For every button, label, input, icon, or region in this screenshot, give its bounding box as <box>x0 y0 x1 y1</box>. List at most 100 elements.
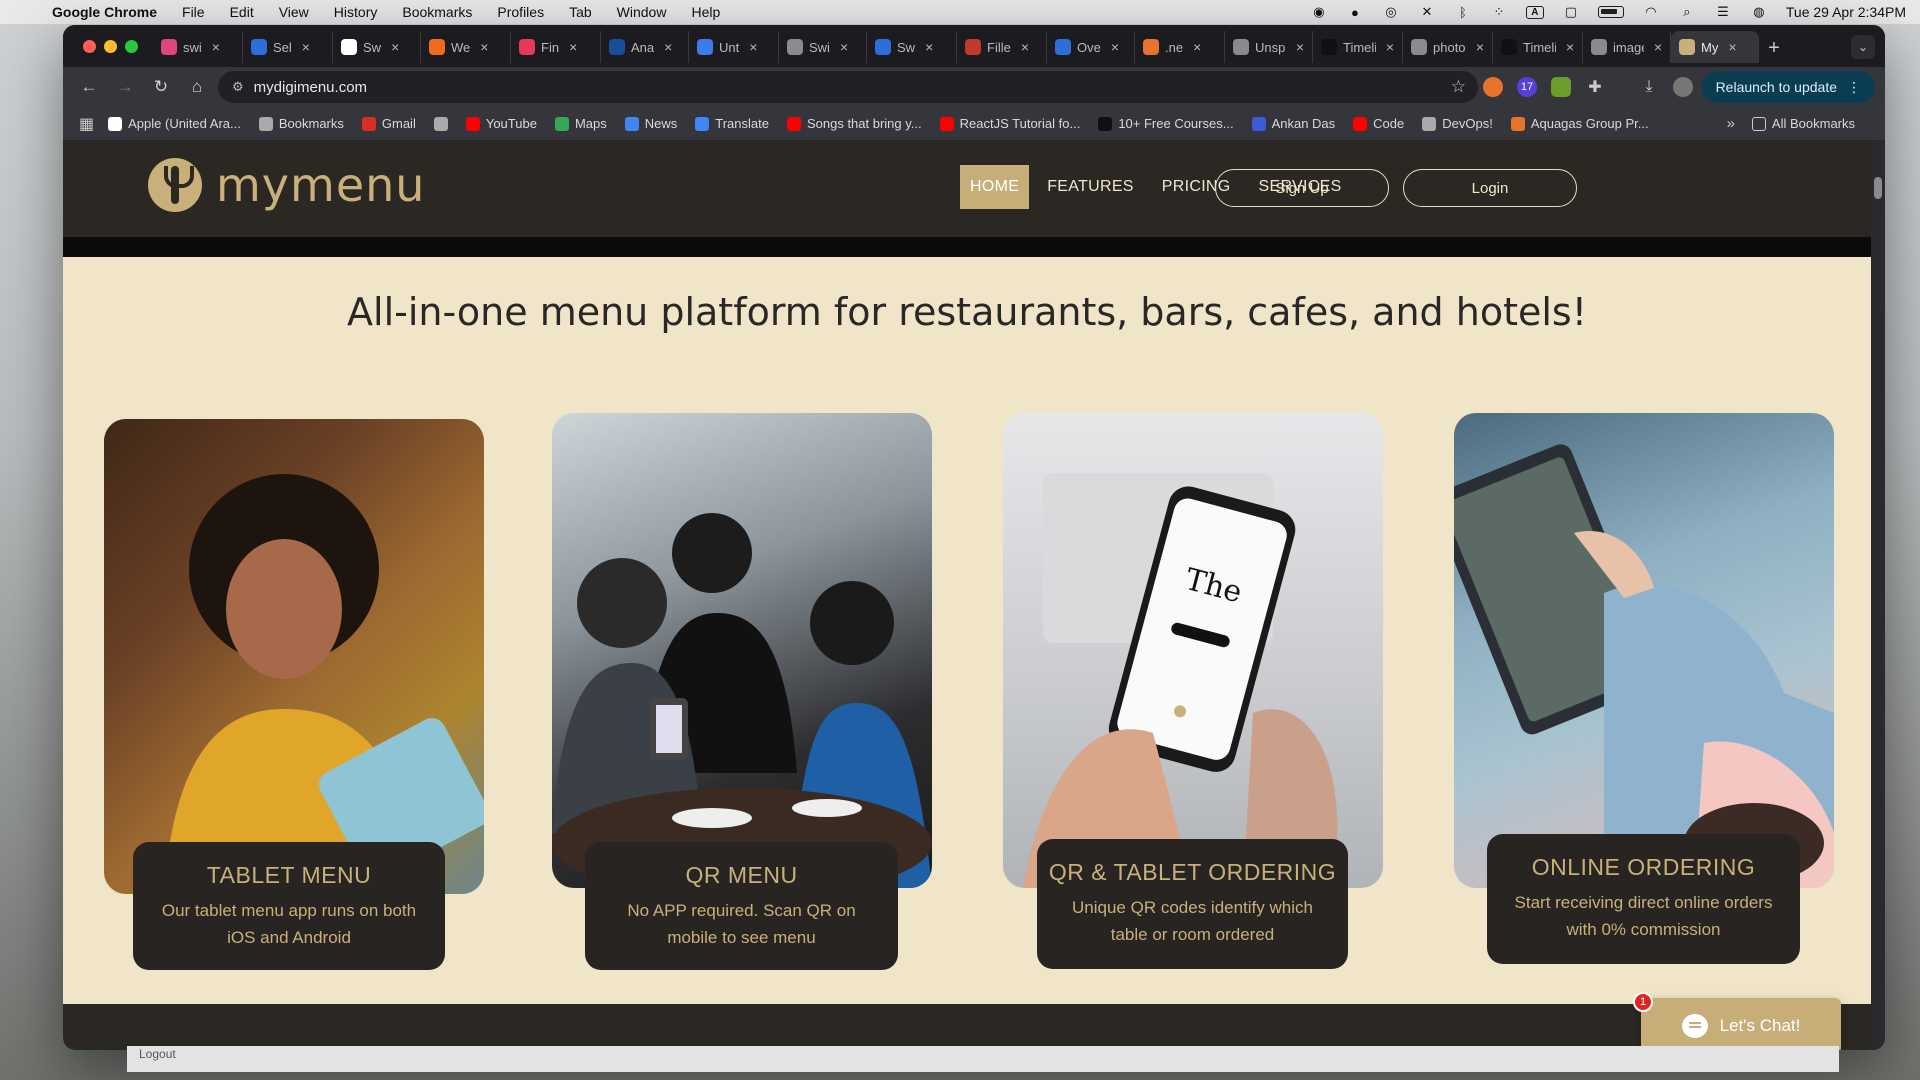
signup-button[interactable]: Sign Up <box>1215 169 1389 207</box>
menu-profiles[interactable]: Profiles <box>497 4 544 20</box>
bookmark-item[interactable]: Translate <box>695 116 769 131</box>
bookmark-item[interactable] <box>433 116 448 131</box>
wifi-icon[interactable]: ◠ <box>1642 4 1660 19</box>
menu-bookmarks[interactable]: Bookmarks <box>402 4 472 20</box>
battery-icon[interactable] <box>1597 6 1624 18</box>
tab-close-icon[interactable]: × <box>1476 39 1484 55</box>
tab-close-icon[interactable]: × <box>1296 39 1304 55</box>
input-source-icon[interactable]: A <box>1525 5 1544 19</box>
browser-tab[interactable]: swi × <box>153 31 243 63</box>
menu-history[interactable]: History <box>334 4 378 20</box>
more-bookmarks-icon[interactable]: » <box>1727 115 1735 132</box>
bookmark-item[interactable]: YouTube <box>465 116 537 131</box>
extension-icon-1[interactable] <box>1483 77 1503 97</box>
tab-search-icon[interactable]: ⌄ <box>1851 35 1875 59</box>
profile-avatar[interactable] <box>1673 77 1693 97</box>
browser-tab[interactable]: Timelin × <box>1493 31 1583 63</box>
chat-button[interactable]: 1 Let's Chat! <box>1633 992 1841 1050</box>
menu-file[interactable]: File <box>182 4 205 20</box>
bookmark-item[interactable]: Ankan Das <box>1251 116 1335 131</box>
menu-tab[interactable]: Tab <box>569 4 592 20</box>
menu-help[interactable]: Help <box>691 4 720 20</box>
bookmark-item[interactable]: DevOps! <box>1422 116 1493 131</box>
browser-tab[interactable]: .ne × <box>1135 31 1225 63</box>
bluetooth-icon[interactable]: ᛒ <box>1454 5 1472 20</box>
browser-tab[interactable]: photo- × <box>1403 31 1493 63</box>
login-button[interactable]: Login <box>1403 169 1577 207</box>
minimize-window-button[interactable] <box>104 40 117 53</box>
browser-tab[interactable]: images × <box>1583 31 1671 63</box>
window-icon[interactable]: ▢ <box>1562 4 1580 19</box>
creative-cloud-icon[interactable]: ◉ <box>1310 4 1328 19</box>
tab-close-icon[interactable]: × <box>212 39 220 55</box>
tab-close-icon[interactable]: × <box>302 39 310 55</box>
page-scrollbar[interactable] <box>1871 141 1885 1050</box>
nav-features[interactable]: FEATURES <box>1037 165 1144 209</box>
tab-close-icon[interactable]: × <box>1021 39 1029 55</box>
address-bar[interactable]: ⚙ mydigimenu.com ☆ <box>218 71 1478 103</box>
browser-tab[interactable]: Timelin × <box>1313 31 1403 63</box>
bookmark-item[interactable]: Gmail <box>361 116 416 131</box>
tab-close-icon[interactable]: × <box>569 39 577 55</box>
back-icon[interactable]: ← <box>71 71 107 103</box>
browser-tab[interactable]: Unt × <box>689 31 779 63</box>
dots-icon[interactable]: ⁘ <box>1490 4 1508 19</box>
tab-close-icon[interactable]: × <box>749 39 757 55</box>
scrollbar-thumb[interactable] <box>1874 177 1882 199</box>
tab-close-icon[interactable]: × <box>1728 39 1736 55</box>
browser-tab[interactable]: Ana × <box>601 31 689 63</box>
control-center-icon[interactable]: ☰ <box>1714 4 1732 19</box>
tab-close-icon[interactable]: × <box>391 39 399 55</box>
site-info-icon[interactable]: ⚙ <box>232 79 244 95</box>
extension-icon-2[interactable]: 17 <box>1517 77 1537 97</box>
menu-edit[interactable]: Edit <box>230 4 254 20</box>
close-window-button[interactable] <box>83 40 96 53</box>
bookmark-item[interactable]: Aquagas Group Pr... <box>1510 116 1649 131</box>
browser-tab[interactable]: Sel × <box>243 31 333 63</box>
tab-close-icon[interactable]: × <box>1193 39 1201 55</box>
tab-close-icon[interactable]: × <box>1386 39 1394 55</box>
mute-icon[interactable]: ✕ <box>1418 4 1436 19</box>
new-tab-icon[interactable]: + <box>1759 31 1789 65</box>
site-logo[interactable]: mymenu <box>148 158 425 212</box>
bookmark-star-icon[interactable]: ☆ <box>1451 77 1466 97</box>
menu-window[interactable]: Window <box>617 4 667 20</box>
spotlight-icon[interactable]: ⌕ <box>1678 4 1696 19</box>
bookmark-item[interactable]: 10+ Free Courses... <box>1098 116 1234 131</box>
bookmark-item[interactable]: Apple (United Ara... <box>108 116 241 131</box>
download-icon[interactable]: ⤓ <box>1639 77 1659 97</box>
browser-tab[interactable]: Unspla × <box>1225 31 1313 63</box>
zoom-window-button[interactable] <box>125 40 138 53</box>
browser-tab[interactable]: Fille × <box>957 31 1047 63</box>
tab-close-icon[interactable]: × <box>480 39 488 55</box>
app-status-icon[interactable]: ● <box>1346 5 1364 20</box>
browser-tab[interactable]: Sw × <box>867 31 957 63</box>
siri-icon[interactable]: ◍ <box>1750 4 1768 19</box>
browser-tab[interactable]: My × <box>1671 31 1759 63</box>
tab-close-icon[interactable]: × <box>1111 39 1119 55</box>
clock[interactable]: Tue 29 Apr 2:34PM <box>1786 4 1906 20</box>
browser-tab[interactable]: Swi × <box>779 31 867 63</box>
browser-tab[interactable]: Sw × <box>333 31 421 63</box>
bookmark-item[interactable]: Songs that bring y... <box>786 116 922 131</box>
extensions-puzzle-icon[interactable]: ✚ <box>1585 77 1605 97</box>
menu-view[interactable]: View <box>279 4 309 20</box>
relaunch-button[interactable]: Relaunch to update ⋮ <box>1701 71 1875 103</box>
browser-tab[interactable]: Ove × <box>1047 31 1135 63</box>
extension-icon-3[interactable] <box>1551 77 1571 97</box>
reload-icon[interactable]: ↻ <box>143 71 179 103</box>
more-menu-icon[interactable]: ⋮ <box>1847 79 1861 96</box>
bookmark-item[interactable]: ReactJS Tutorial fo... <box>939 116 1080 131</box>
browser-tab[interactable]: Fin × <box>511 31 601 63</box>
all-bookmarks-button[interactable]: All Bookmarks <box>1751 116 1855 131</box>
app-menu[interactable]: Google Chrome <box>52 4 157 20</box>
browser-tab[interactable]: We × <box>421 31 511 63</box>
bookmark-item[interactable]: News <box>624 116 677 131</box>
tab-close-icon[interactable]: × <box>664 39 672 55</box>
tab-close-icon[interactable]: × <box>1566 39 1574 55</box>
nav-home[interactable]: HOME <box>960 165 1030 209</box>
home-icon[interactable]: ⌂ <box>179 71 215 103</box>
bookmark-item[interactable]: Maps <box>554 116 607 131</box>
tab-close-icon[interactable]: × <box>925 39 933 55</box>
apps-grid-icon[interactable]: ▦ <box>79 114 94 134</box>
